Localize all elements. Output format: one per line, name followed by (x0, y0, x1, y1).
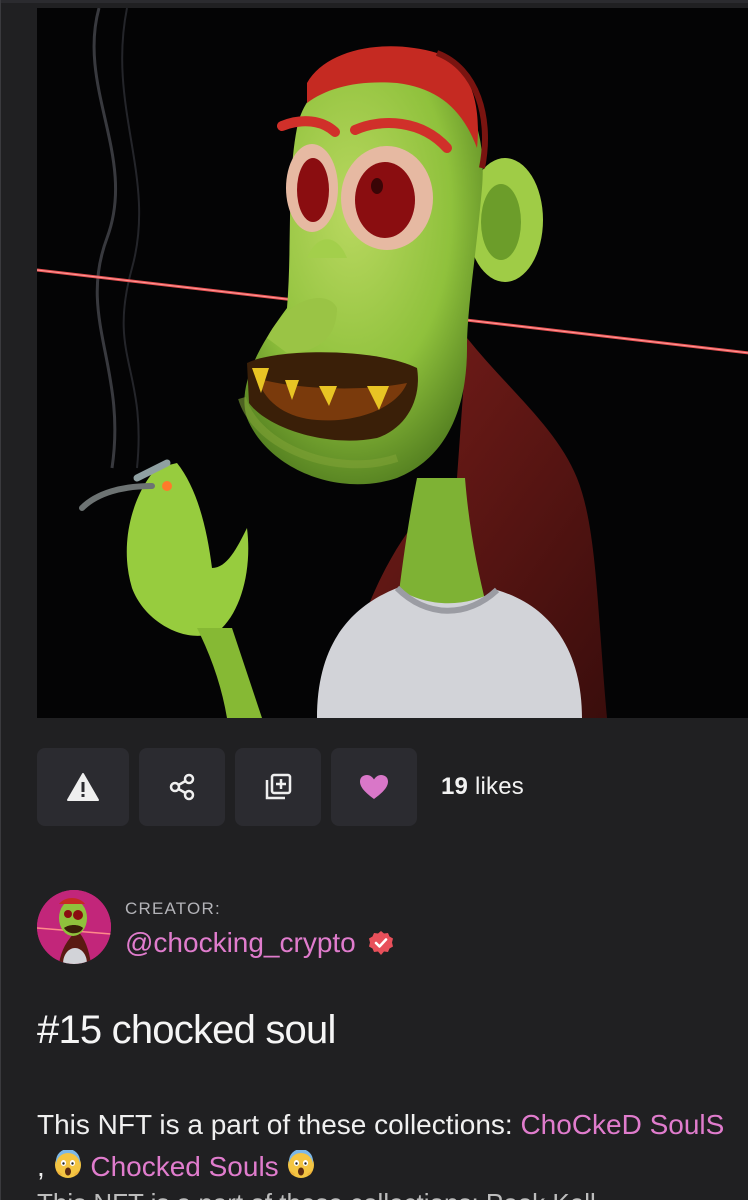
collection-link-chocked-souls-1[interactable]: ChoCkeD SoulS (520, 1109, 724, 1140)
likes-label: likes (468, 773, 524, 800)
share-button[interactable] (139, 748, 225, 826)
creator-handle-link[interactable]: @chocking_crypto (125, 927, 394, 959)
add-to-collection-icon (265, 773, 292, 800)
collections-separator: , (37, 1151, 53, 1182)
creator-label: CREATOR: (125, 899, 221, 918)
avatar-image (37, 890, 111, 964)
heart-icon (360, 775, 388, 799)
nft-title: #15 chocked soul (37, 1008, 336, 1052)
nft-detail-page: 19 likes CREATOR: @chocking_crypto #15 c… (0, 0, 748, 1200)
add-to-collection-button[interactable] (235, 748, 321, 826)
avatar[interactable] (37, 890, 111, 964)
likes-number: 19 (441, 773, 469, 800)
artwork-image (37, 8, 748, 718)
action-bar: 19 likes (37, 748, 524, 826)
scream-emoji-icon (54, 1150, 81, 1178)
verified-badge-icon (368, 931, 393, 955)
report-button[interactable] (37, 748, 129, 826)
scream-emoji-icon (288, 1150, 315, 1178)
like-button[interactable] (331, 748, 417, 826)
collection-link-chocked-souls-2[interactable]: Chocked Souls (90, 1151, 278, 1182)
creator-section: CREATOR: @chocking_crypto (37, 890, 394, 964)
nft-artwork[interactable] (37, 8, 748, 718)
warning-icon (67, 773, 99, 801)
collections-text: This NFT is a part of these collections:… (37, 1104, 727, 1188)
likes-count: 19 likes (441, 773, 524, 801)
creator-handle: @chocking_crypto (125, 927, 356, 958)
collections-text-partial: This NFT is a part of these collections:… (37, 1190, 717, 1200)
share-icon (169, 773, 195, 801)
creator-info: CREATOR: @chocking_crypto (125, 895, 394, 959)
top-border (1, 0, 748, 3)
collections-intro: This NFT is a part of these collections: (37, 1109, 521, 1140)
